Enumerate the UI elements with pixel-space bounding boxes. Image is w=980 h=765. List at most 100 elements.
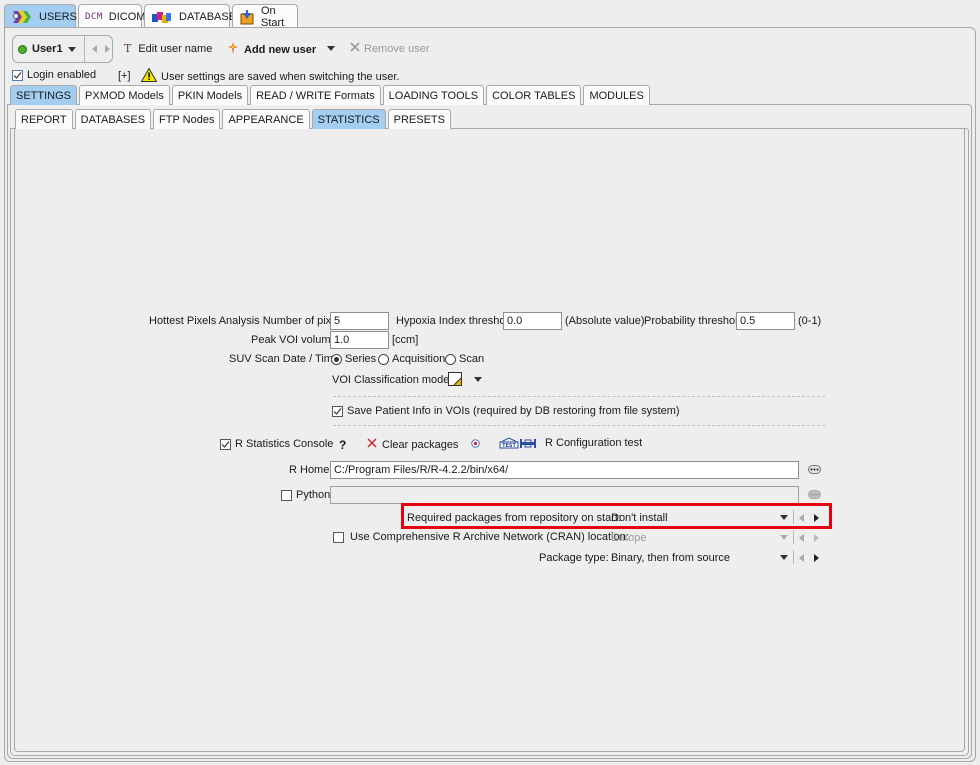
tab-report[interactable]: REPORT [15, 109, 73, 129]
divider [333, 396, 825, 397]
tab-pkin-models[interactable]: PKIN Models [171, 85, 249, 105]
browse-r-home-button[interactable] [808, 465, 821, 474]
radio-unselected-icon [378, 353, 389, 365]
checkbox-unchecked-icon [333, 531, 344, 543]
users-icon [11, 10, 33, 24]
tab-pxmod-models[interactable]: PXMOD Models [79, 85, 170, 105]
tab-database[interactable]: DATABASE [144, 4, 236, 28]
cran-dropdown-icon[interactable] [780, 535, 788, 540]
dcm-icon: DCM [85, 11, 103, 22]
suv-radio-series-label: Series [345, 353, 377, 365]
divider [84, 36, 85, 62]
user-selector: User1 [12, 35, 113, 63]
peak-voi-label: Peak VOI volume [251, 334, 337, 346]
current-user[interactable]: User1 [32, 43, 68, 55]
hottest-pixels-label: Hottest Pixels Analysis Number of pixels [149, 315, 346, 327]
checkbox-checked-icon [332, 405, 343, 417]
clear-packages-button[interactable]: Clear packages [367, 438, 458, 451]
package-type-next-icon[interactable] [814, 554, 819, 562]
tab-loading-tools[interactable]: LOADING TOOLS [382, 85, 485, 105]
divider [793, 550, 794, 564]
probability-threshold-label: Probability threshold [644, 315, 744, 327]
r-statistics-console-checkbox[interactable]: R Statistics Console [220, 438, 333, 450]
cran-next-icon[interactable] [814, 534, 819, 542]
help-button[interactable]: ? [339, 438, 346, 452]
suv-radio-series[interactable]: Series [331, 353, 376, 365]
python-label: Python [296, 489, 331, 501]
tab-presets[interactable]: PRESETS [387, 109, 451, 129]
remove-user-button[interactable]: Remove user [350, 42, 429, 55]
save-warning: User settings are saved when switching t… [140, 67, 399, 85]
checkbox-checked-icon [220, 438, 231, 450]
edit-user-name-label: Edit user name [138, 42, 213, 55]
top-tab-bar: USERS DCM DICOM DATABASE On Start [4, 4, 300, 29]
voi-classification-dropdown-icon[interactable] [474, 377, 482, 382]
save-patient-info-label: Save Patient Info in VOIs (required by D… [347, 405, 680, 417]
tab-ftp-nodes[interactable]: FTP Nodes [153, 109, 221, 129]
database-icon [151, 10, 173, 24]
save-patient-info-checkbox[interactable]: Save Patient Info in VOIs (required by D… [332, 405, 680, 417]
expand-button[interactable]: [+] [118, 70, 131, 82]
clear-packages-label: Clear packages [382, 438, 459, 451]
package-type-label: Package type: [539, 552, 609, 564]
remove-user-label: Remove user [364, 42, 430, 55]
add-new-user-label: Add new user [244, 43, 317, 56]
package-type-select[interactable]: Binary, then from source [611, 552, 730, 564]
python-checkbox[interactable]: Python [281, 489, 330, 501]
suv-scan-date-label: SUV Scan Date / Time [229, 353, 340, 365]
sparkle-icon [228, 42, 238, 57]
r-configuration-test-button[interactable]: TEST R Configuration test [499, 437, 642, 449]
peak-voi-input[interactable]: 1.0 [330, 331, 389, 349]
cran-location-select[interactable]: Europe [611, 532, 646, 544]
add-user-dropdown-icon[interactable] [327, 46, 335, 51]
probability-threshold-input[interactable]: 0.5 [736, 312, 795, 330]
radio-unselected-icon [445, 353, 456, 365]
voi-classification-icon[interactable] [448, 372, 462, 389]
python-input[interactable] [330, 486, 799, 504]
radio-selected-icon [331, 353, 342, 365]
package-type-prev-icon[interactable] [799, 554, 804, 562]
suv-radio-acquisition[interactable]: Acquisition [378, 353, 445, 365]
close-icon [350, 42, 360, 55]
settings-sub-tab-bar: REPORT DATABASES FTP Nodes APPEARANCE ST… [15, 109, 453, 129]
tab-statistics[interactable]: STATISTICS [311, 109, 386, 129]
r-statistics-console-label: R Statistics Console [235, 438, 334, 450]
text-edit-icon: T [124, 42, 132, 55]
hottest-pixels-input[interactable]: 5 [330, 312, 389, 330]
settings-tab-bar: SETTINGS PXMOD Models PKIN Models READ /… [10, 85, 652, 105]
edit-user-name-button[interactable]: T Edit user name [124, 42, 212, 55]
previous-user-icon[interactable] [92, 45, 97, 53]
tab-databases[interactable]: DATABASES [74, 109, 152, 129]
login-enabled-label: Login enabled [27, 69, 97, 81]
tab-settings[interactable]: SETTINGS [10, 85, 78, 105]
on-start-icon [239, 9, 255, 25]
cran-prev-icon[interactable] [799, 534, 804, 542]
tab-on-start[interactable]: On Start [232, 4, 298, 29]
target-icon[interactable] [471, 439, 480, 451]
browse-python-button[interactable] [808, 490, 821, 499]
suv-radio-acquisition-label: Acquisition [392, 353, 446, 365]
suv-radio-scan[interactable]: Scan [445, 353, 484, 365]
tab-dicom[interactable]: DCM DICOM [78, 4, 145, 28]
tab-database-label: DATABASE [179, 10, 237, 23]
tab-appearance[interactable]: APPEARANCE [222, 109, 310, 129]
user-status-icon [18, 44, 27, 54]
hypoxia-threshold-input[interactable]: 0.0 [503, 312, 562, 330]
warning-icon [140, 67, 158, 85]
tab-users-label: USERS [39, 10, 77, 23]
peak-voi-unit: [ccm] [392, 334, 419, 346]
tab-users[interactable]: USERS [4, 4, 77, 28]
r-home-input[interactable]: C:/Program Files/R/R-4.2.2/bin/x64/ [330, 461, 799, 479]
r-configuration-test-label: R Configuration test [545, 437, 643, 449]
tab-modules[interactable]: MODULES [583, 85, 650, 105]
login-enabled-checkbox[interactable]: Login enabled [12, 69, 96, 81]
clear-icon [367, 438, 377, 451]
add-new-user-button[interactable]: Add new user [228, 42, 316, 57]
cran-checkbox[interactable]: Use Comprehensive R Archive Network (CRA… [333, 531, 629, 543]
tab-read-write-formats[interactable]: READ / WRITE Formats [250, 85, 381, 105]
checkbox-checked-icon [12, 69, 23, 81]
chevron-down-icon[interactable] [68, 46, 76, 52]
tab-color-tables[interactable]: COLOR TABLES [486, 85, 582, 105]
package-type-dropdown-icon[interactable] [780, 555, 788, 560]
next-user-icon[interactable] [105, 45, 110, 53]
